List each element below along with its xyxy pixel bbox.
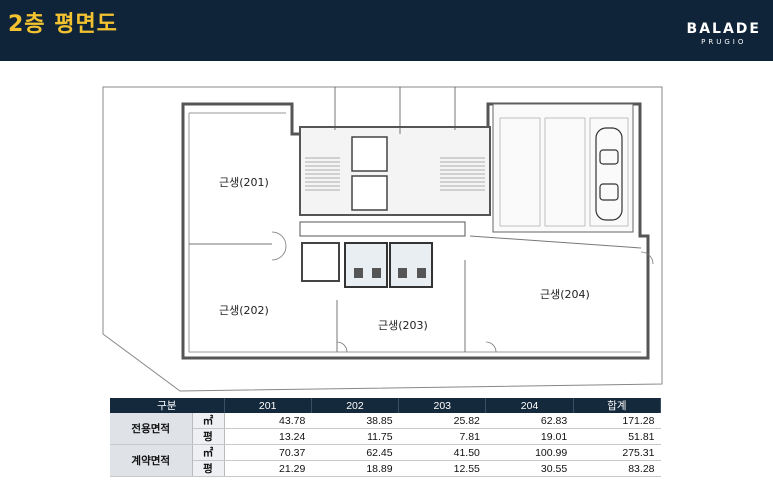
value-cell: 62.45 xyxy=(311,444,399,461)
table-header-row: 구분 201 202 203 204 합계 xyxy=(110,398,662,413)
value-cell: 18.89 xyxy=(311,460,399,477)
table-row: 전용면적 ㎡ 43.78 38.85 25.82 62.83 171.28 xyxy=(110,413,661,445)
unit-cell: 평 xyxy=(192,428,225,445)
unit-cell: 평 xyxy=(192,460,225,477)
elevator-1 xyxy=(351,136,388,172)
lift-lower xyxy=(301,242,340,282)
header-203: 203 xyxy=(398,398,487,413)
value-cell: 12.55 xyxy=(398,460,486,477)
unit-cell: ㎡ xyxy=(192,413,225,429)
room-label-203: 근생(203) xyxy=(378,319,428,332)
header-204: 204 xyxy=(485,398,574,413)
value-cell: 7.81 xyxy=(398,428,486,445)
core-block xyxy=(299,126,491,216)
value-cell: 43.78 xyxy=(224,413,312,429)
value-cell: 11.75 xyxy=(311,428,399,445)
elevator-2 xyxy=(351,175,388,211)
unit-cell: ㎡ xyxy=(192,444,225,461)
brand-logo: BALADE PRUGIO xyxy=(687,21,761,46)
header-bar: 2층 평면도 BALADE PRUGIO xyxy=(0,0,773,61)
header-total: 합계 xyxy=(573,398,662,413)
area-table: 구분 201 202 203 204 합계 전용면적 ㎡ 43.78 38.85… xyxy=(110,398,662,477)
parking-area xyxy=(492,103,634,233)
table-row: 평 21.29 18.89 12.55 30.55 83.28 xyxy=(110,460,661,477)
value-cell: 38.85 xyxy=(311,413,399,429)
brand-name: BALADE xyxy=(686,21,761,37)
table-row: 계약면적 ㎡ 70.37 62.45 41.50 100.99 275.31 xyxy=(110,444,661,477)
value-cell: 275.31 xyxy=(573,444,661,461)
value-cell: 70.37 xyxy=(224,444,312,461)
toilet-right xyxy=(389,242,433,288)
value-cell: 30.55 xyxy=(485,460,574,477)
header-201: 201 xyxy=(224,398,312,413)
value-cell: 13.24 xyxy=(224,428,312,445)
value-cell: 21.29 xyxy=(224,460,312,477)
group-label-contract: 계약면적 xyxy=(110,444,193,477)
value-cell: 51.81 xyxy=(573,428,661,445)
toilet-left xyxy=(344,242,388,288)
header-202: 202 xyxy=(311,398,400,413)
room-label-201: 근생(201) xyxy=(219,176,269,189)
header-category: 구분 xyxy=(110,398,225,413)
group-label-exclusive: 전용면적 xyxy=(110,413,193,445)
room-label-202: 근생(202) xyxy=(219,304,269,317)
value-cell: 171.28 xyxy=(573,413,661,429)
value-cell: 62.83 xyxy=(485,413,574,429)
value-cell: 19.01 xyxy=(485,428,574,445)
door-swing xyxy=(271,231,287,261)
value-cell: 100.99 xyxy=(485,444,574,461)
corridor xyxy=(299,221,466,237)
value-cell: 83.28 xyxy=(573,460,661,477)
value-cell: 41.50 xyxy=(398,444,486,461)
value-cell: 25.82 xyxy=(398,413,486,429)
floor-plan: 근생(201) 근생(202) 근생(203) 근생(204) xyxy=(102,86,663,392)
brand-subname: PRUGIO xyxy=(701,38,747,46)
room-label-204: 근생(204) xyxy=(540,288,590,301)
page-title: 2층 평면도 xyxy=(8,12,118,37)
table-row: 평 13.24 11.75 7.81 19.01 51.81 xyxy=(110,428,661,445)
